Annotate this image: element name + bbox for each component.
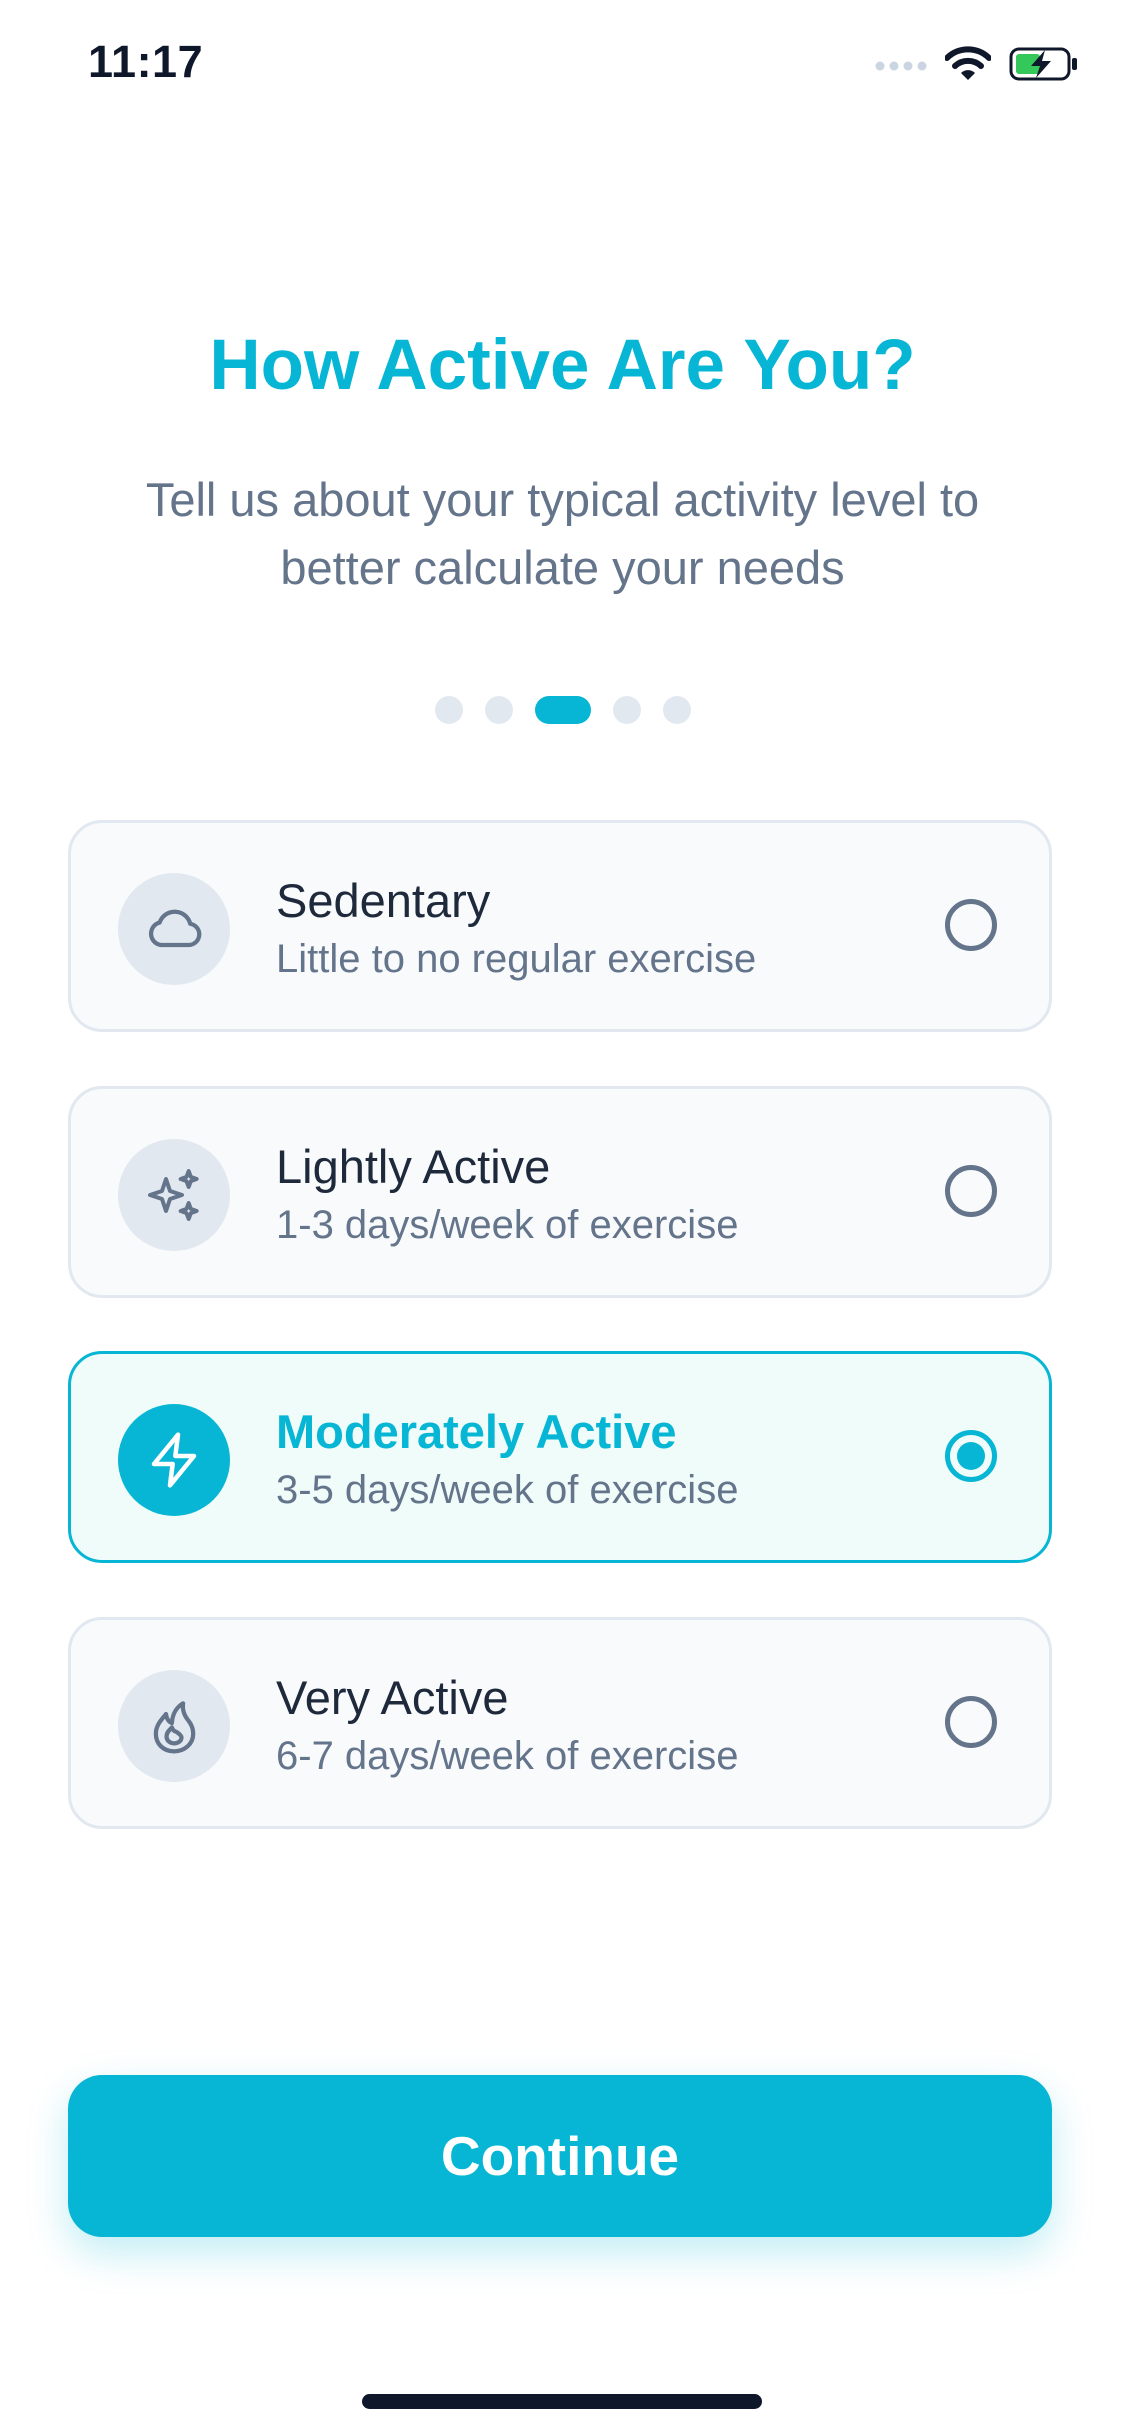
option-title: Lightly Active — [276, 1140, 551, 1193]
option-description: 1-3 days/week of exercise — [276, 1203, 739, 1247]
option-title: Sedentary — [276, 874, 491, 927]
option-description: 3-5 days/week of exercise — [276, 1468, 739, 1512]
option-title: Very Active — [276, 1671, 509, 1724]
flame-icon — [118, 1670, 230, 1782]
option-sedentary[interactable]: Sedentary Little to no regular exercise — [68, 820, 1052, 1032]
signal-icon — [875, 57, 927, 76]
option-lightly-active[interactable]: Lightly Active 1-3 days/week of exercise — [68, 1086, 1052, 1298]
progress-dots — [0, 696, 1125, 724]
radio-dot — [957, 1442, 985, 1470]
radio-button[interactable] — [945, 1696, 997, 1748]
status-time: 11:17 — [88, 36, 204, 87]
status-bar: 11:17 — [0, 0, 1125, 140]
radio-button[interactable] — [945, 1165, 997, 1217]
progress-dot — [434, 696, 463, 724]
progress-dot — [662, 696, 691, 724]
option-very-active[interactable]: Very Active 6-7 days/week of exercise — [68, 1617, 1052, 1829]
option-title: Moderately Active — [276, 1405, 677, 1458]
page-title: How Active Are You? — [209, 326, 916, 405]
progress-dot — [612, 696, 641, 724]
home-indicator[interactable] — [362, 2394, 762, 2409]
cloud-icon — [118, 873, 230, 985]
radio-button[interactable] — [945, 899, 997, 951]
battery-charging-icon — [1009, 46, 1079, 87]
progress-dot-active — [534, 696, 591, 724]
page-subtitle: Tell us about your typical activity leve… — [145, 473, 980, 594]
option-moderately-active[interactable]: Moderately Active 3-5 days/week of exerc… — [68, 1351, 1052, 1563]
wifi-icon — [944, 46, 992, 87]
radio-button-selected[interactable] — [945, 1430, 997, 1482]
sparkles-icon — [118, 1139, 230, 1251]
progress-dot — [484, 696, 513, 724]
lightning-icon — [118, 1404, 230, 1516]
status-icons — [875, 46, 1079, 87]
option-description: Little to no regular exercise — [276, 937, 757, 981]
continue-button[interactable]: Continue — [68, 2075, 1052, 2237]
option-description: 6-7 days/week of exercise — [276, 1734, 739, 1778]
